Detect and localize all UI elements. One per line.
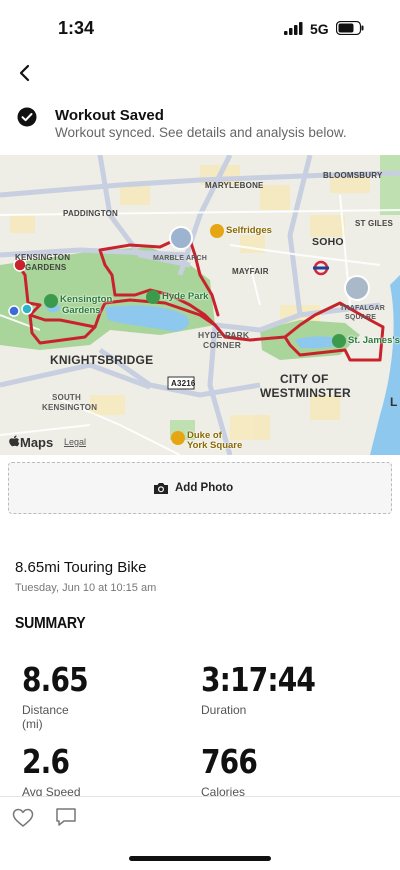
map-label: KENSINGTON (42, 403, 98, 412)
comment-icon[interactable] (55, 807, 77, 827)
status-bar: 1:34 5G (0, 0, 400, 58)
cellular-signal-icon (284, 22, 303, 35)
poi-label[interactable]: Hyde Park (162, 291, 208, 302)
home-indicator (129, 856, 271, 861)
like-heart-icon[interactable] (12, 808, 34, 828)
map-label: ST GILES (355, 219, 394, 228)
tree-pin-icon (146, 290, 160, 304)
distance-value: 8.65 (22, 660, 89, 699)
map-label: TRAFALGAR (340, 305, 385, 312)
map-label: SQUARE (345, 314, 377, 321)
add-photo-button[interactable]: Add Photo (8, 462, 392, 514)
map-label: L (390, 395, 398, 409)
map-label: MARBLE ARCH (153, 255, 208, 262)
map-label: MARYLEBONE (205, 181, 264, 190)
map-label: SOHO (312, 236, 344, 248)
calories-value: 766 (201, 742, 258, 781)
route-map[interactable]: MARYLEBONE BLOOMSBURY PADDINGTON ST GILE… (0, 155, 400, 455)
maps-attribution: Maps (20, 435, 54, 450)
distance-unit: (mi) (22, 717, 43, 731)
shopping-pin-icon (171, 431, 185, 445)
poi-label[interactable]: Kensington (60, 294, 112, 305)
duration-label: Duration (201, 703, 247, 717)
back-chevron-icon[interactable] (14, 60, 38, 86)
map-label: KNIGHTSBRIDGE (50, 353, 154, 367)
map-label: HYDE PARK (198, 330, 250, 340)
map-label: CITY OF (280, 372, 329, 386)
check-circle-icon (17, 107, 37, 127)
map-label: CORNER (203, 340, 242, 350)
road-shield-a3216: A3216 (171, 379, 196, 388)
legal-link[interactable]: Legal (64, 437, 86, 447)
map-label: KENSINGTON (15, 253, 71, 262)
apple-logo-icon (9, 435, 20, 447)
map-label: WESTMINSTER (260, 386, 351, 400)
add-photo-label: Add Photo (175, 482, 234, 494)
network-type: 5G (310, 21, 329, 37)
map-label: BLOOMSBURY (323, 171, 383, 180)
tree-pin-icon (44, 294, 58, 308)
poi-label[interactable]: York Square (187, 440, 242, 451)
map-label: GARDENS (25, 263, 67, 272)
duration-value: 3:17:44 (201, 660, 316, 699)
avg-speed-value: 2.6 (22, 742, 70, 781)
workout-date: Tuesday, Jun 10 at 10:15 am (15, 582, 157, 594)
poi-label[interactable]: Selfridges (226, 225, 272, 236)
distance-label: Distance (22, 703, 69, 717)
tree-pin-icon (332, 334, 346, 348)
shopping-pin-icon (210, 224, 224, 238)
saved-title: Workout Saved (55, 107, 164, 124)
map-label: SOUTH (52, 393, 81, 402)
summary-heading: SUMMARY (15, 615, 86, 632)
workout-title: 8.65mi Touring Bike (15, 559, 147, 576)
status-time: 1:34 (58, 18, 95, 38)
map-label: PADDINGTON (63, 209, 119, 218)
map-label: MAYFAIR (232, 267, 269, 276)
camera-icon (154, 483, 168, 494)
battery-icon (336, 21, 364, 35)
poi-label[interactable]: St. James's (348, 335, 400, 346)
saved-subtitle: Workout synced. See details and analysis… (55, 125, 347, 140)
poi-label[interactable]: Gardens (62, 305, 101, 316)
